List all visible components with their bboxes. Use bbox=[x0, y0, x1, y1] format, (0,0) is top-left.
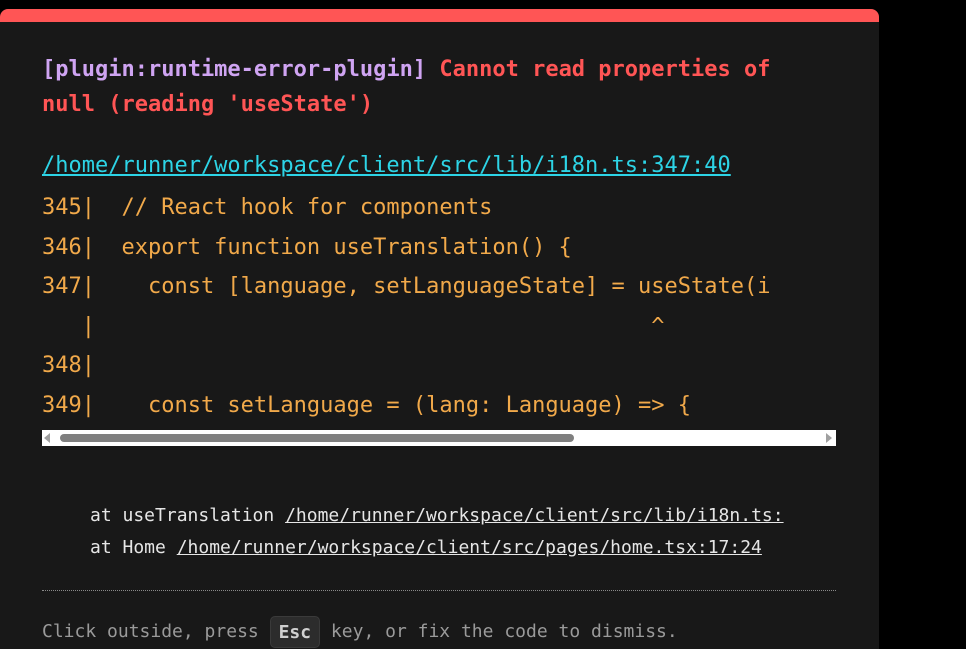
scrollbar-thumb[interactable] bbox=[60, 434, 574, 442]
stack-frame-link[interactable]: /home/runner/workspace/client/src/lib/i1… bbox=[285, 505, 784, 526]
code-line: 347| const [language, setLanguageState] … bbox=[42, 274, 771, 299]
stack-frame-fn: at Home bbox=[90, 537, 177, 558]
stack-frame-link[interactable]: /home/runner/workspace/client/src/pages/… bbox=[177, 537, 762, 558]
divider bbox=[42, 590, 836, 591]
stack-trace: at useTranslation /home/runner/workspace… bbox=[90, 500, 836, 564]
dismiss-tip: Click outside, press Esc key, or fix the… bbox=[42, 616, 678, 648]
plugin-label: [plugin:runtime-error-plugin] bbox=[42, 57, 427, 82]
esc-key-badge: Esc bbox=[269, 616, 321, 648]
stack-frame-fn: at useTranslation bbox=[90, 505, 286, 526]
error-file-link[interactable]: /home/runner/workspace/client/src/lib/i1… bbox=[42, 152, 731, 180]
error-message: [plugin:runtime-error-plugin] Cannot rea… bbox=[42, 52, 836, 122]
tip-text-after: key, or fix the code to dismiss. bbox=[320, 621, 678, 642]
scroll-left-icon[interactable] bbox=[44, 433, 50, 443]
code-pointer-line: | ^ bbox=[42, 313, 665, 339]
scroll-right-icon[interactable] bbox=[826, 433, 832, 443]
code-line: 346| export function useTranslation() { bbox=[42, 234, 572, 260]
code-line: 348| bbox=[42, 353, 95, 378]
tip-text-before: Click outside, press bbox=[42, 621, 270, 642]
error-overlay: [plugin:runtime-error-plugin] Cannot rea… bbox=[0, 9, 879, 649]
stack-frame: at Home /home/runner/workspace/client/sr… bbox=[90, 532, 836, 564]
code-frame-scrollbar[interactable] bbox=[42, 430, 836, 446]
code-line: 345| // React hook for components bbox=[42, 195, 493, 220]
stack-frame: at useTranslation /home/runner/workspace… bbox=[90, 500, 836, 532]
code-frame: 345| // React hook for components 346| e… bbox=[42, 188, 836, 424]
code-line: 349| const setLanguage = (lang: Language… bbox=[42, 392, 692, 418]
